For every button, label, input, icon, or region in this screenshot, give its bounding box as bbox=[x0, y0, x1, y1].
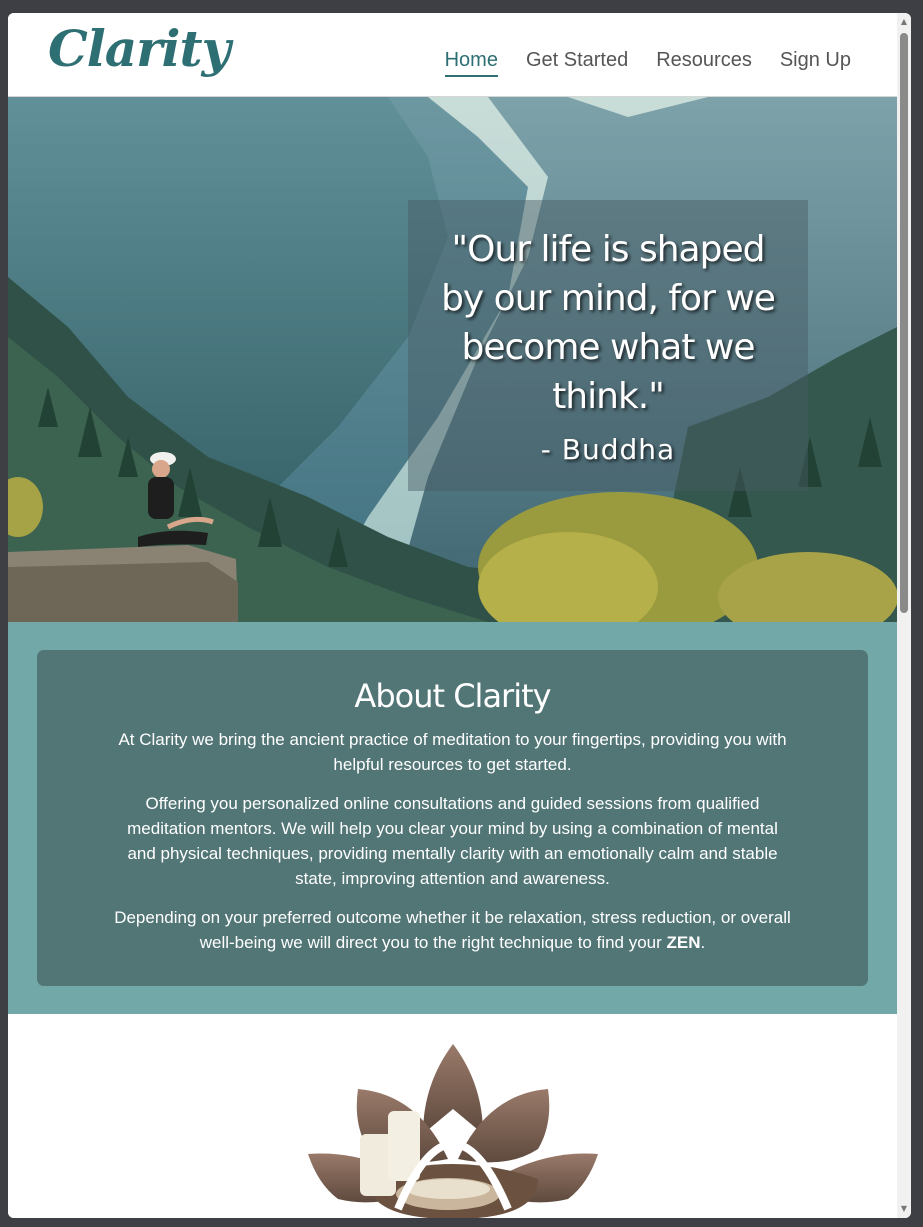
page-content: Clarity Home Get Started Resources Sign … bbox=[8, 13, 897, 1218]
hero-quote-author: - Buddha bbox=[540, 433, 676, 466]
about-paragraph-1: At Clarity we bring the ancient practice… bbox=[118, 730, 787, 774]
site-header: Clarity Home Get Started Resources Sign … bbox=[8, 13, 897, 97]
about-card: About Clarity At Clarity we bring the an… bbox=[37, 650, 868, 986]
browser-window: Clarity Home Get Started Resources Sign … bbox=[8, 13, 911, 1218]
nav-link-resources[interactable]: Resources bbox=[656, 49, 752, 77]
zen-emphasis: ZEN bbox=[666, 933, 701, 952]
vertical-scrollbar[interactable]: ▲ ▼ bbox=[897, 13, 911, 1218]
hero-quote: "Our life is shaped by our mind, for we … bbox=[441, 229, 776, 417]
about-section: About Clarity At Clarity we bring the an… bbox=[8, 622, 897, 1014]
about-title: About Clarity bbox=[354, 677, 551, 715]
lotus-image bbox=[308, 1044, 598, 1218]
about-paragraph-2: Offering you personalized online consult… bbox=[127, 794, 778, 888]
nav-link-sign-up[interactable]: Sign Up bbox=[780, 49, 851, 77]
hero-banner: "Our life is shaped by our mind, for we … bbox=[8, 97, 897, 622]
main-nav: Home Get Started Resources Sign Up bbox=[444, 49, 851, 77]
scrollbar-thumb[interactable] bbox=[900, 33, 908, 613]
nav-link-home[interactable]: Home bbox=[444, 49, 498, 77]
scroll-up-arrow-icon[interactable]: ▲ bbox=[897, 15, 911, 29]
nav-link-get-started[interactable]: Get Started bbox=[526, 49, 628, 77]
about-paragraph-3: Depending on your preferred outcome whet… bbox=[113, 905, 793, 955]
site-logo[interactable]: Clarity bbox=[48, 19, 231, 78]
scroll-down-arrow-icon[interactable]: ▼ bbox=[897, 1202, 911, 1216]
quote-box: "Our life is shaped by our mind, for we … bbox=[408, 200, 808, 491]
about-paragraph-3-suffix: . bbox=[700, 933, 706, 952]
